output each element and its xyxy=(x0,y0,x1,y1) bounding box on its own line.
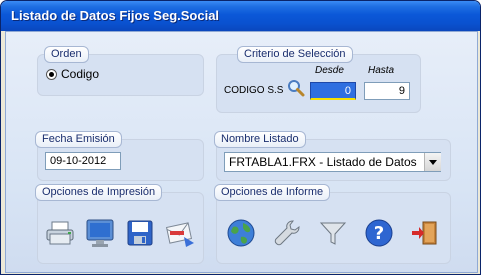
search-icon[interactable] xyxy=(287,79,305,97)
save-icon[interactable] xyxy=(124,217,156,249)
listado-select-value: FRTABLA1.FRX - Listado de Datos xyxy=(229,155,417,169)
chevron-down-icon[interactable] xyxy=(424,153,441,171)
help-icon[interactable]: ? xyxy=(363,217,395,249)
hasta-input[interactable]: 9 xyxy=(364,82,410,100)
desde-header: Desde xyxy=(315,65,344,76)
orden-title: Orden xyxy=(44,46,89,63)
listado-panel: Nombre Listado FRTABLA1.FRX - Listado de… xyxy=(214,131,451,181)
globe-icon[interactable] xyxy=(225,217,257,249)
listado-select[interactable]: FRTABLA1.FRX - Listado de Datos xyxy=(224,152,441,172)
printer-icon[interactable] xyxy=(44,217,76,249)
fecha-input[interactable]: 09-10-2012 xyxy=(45,152,121,170)
window-title: Listado de Datos Fijos Seg.Social xyxy=(11,8,220,23)
codigo-ss-label: CODIGO S.S xyxy=(224,85,284,96)
codigo-radio[interactable] xyxy=(46,69,57,80)
monitor-icon[interactable] xyxy=(84,217,116,249)
svg-text:?: ? xyxy=(374,223,384,244)
listado-title: Nombre Listado xyxy=(214,131,306,148)
codigo-radio-label[interactable]: Codigo xyxy=(61,67,99,81)
client-area: Orden Codigo Criterio de Selección Desde… xyxy=(5,31,478,273)
app-window: Listado de Datos Fijos Seg.Social Orden … xyxy=(0,0,481,275)
impresion-panel: Opciones de Impresión xyxy=(35,184,204,264)
informe-title: Opciones de Informe xyxy=(214,184,331,201)
fecha-panel: Fecha Emisión 09-10-2012 xyxy=(35,131,204,181)
title-bar[interactable]: Listado de Datos Fijos Seg.Social xyxy=(1,1,480,31)
informe-panel: Opciones de Informe ? xyxy=(214,184,451,264)
impresion-title: Opciones de Impresión xyxy=(35,184,163,201)
desde-input[interactable]: 0 xyxy=(310,82,356,100)
exit-door-icon[interactable] xyxy=(409,217,441,249)
filter-icon[interactable] xyxy=(317,217,349,249)
hasta-header: Hasta xyxy=(368,65,395,76)
email-icon[interactable] xyxy=(164,217,196,249)
criterio-title: Criterio de Selección xyxy=(237,46,353,63)
fecha-title: Fecha Emisión xyxy=(35,131,122,148)
orden-panel: Orden Codigo xyxy=(37,46,204,96)
wrench-icon[interactable] xyxy=(271,217,303,249)
criterio-panel: Criterio de Selección Desde Hasta CODIGO… xyxy=(216,46,421,113)
